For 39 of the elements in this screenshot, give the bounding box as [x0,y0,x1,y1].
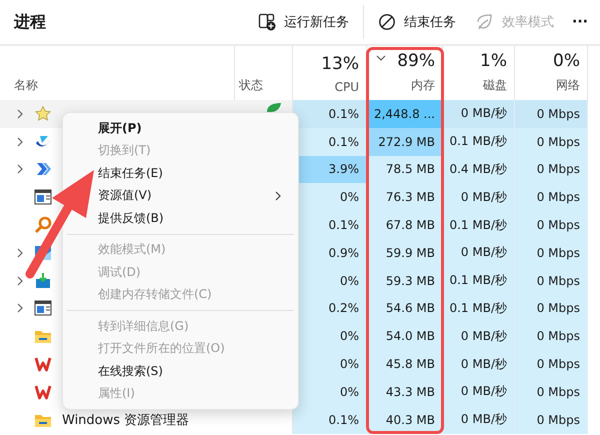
table-cell: 0 Mbps [515,211,588,239]
table-cell: 0 MB/秒 [443,322,515,350]
table-cell: 0 Mbps [515,128,588,156]
table-cell: 0.1 MB/秒 [443,211,515,239]
table-cell: 0 Mbps [515,350,588,378]
table-cell: 0.4 MB/秒 [443,156,515,184]
table-cell: 67.8 MB [367,211,443,239]
table-cell: 0 MB/秒 [443,238,515,267]
table-cell: 272.9 MB [367,128,443,156]
table-cell: 0.1 MB/秒 [443,128,515,156]
table-cell: 76.3 MB [367,183,443,212]
table-cell: 54.0 MB [367,322,443,350]
table-cell: 0 MB/秒 [443,378,515,406]
table-cell: 0 Mbps [515,322,588,350]
table-cell: 0.1% [293,100,367,128]
table-cell: 0 Mbps [515,238,588,267]
table-cell: 0 Mbps [515,266,588,295]
table-cell: 0 Mbps [515,183,588,212]
table-cell: 0.1 MB/秒 [443,266,515,295]
page-title: 进程 [14,12,46,32]
table-cell: 0 MB/秒 [443,100,515,128]
table-cell: 59.3 MB [367,266,443,295]
table-cell: 2,448.8 ... [367,100,443,128]
table-cell: 54.6 MB [367,294,443,322]
table-cell: 78.5 MB [367,156,443,184]
table-cell: 45.8 MB [367,350,443,378]
table-cell: 0 Mbps [515,406,588,434]
process-name: Windows 资源管理器 [62,412,190,429]
table-cell: 43.3 MB [367,378,443,406]
table-cell: 59.9 MB [367,238,443,267]
table-cell: 0 Mbps [515,378,588,406]
table-cell: 0 MB/秒 [443,183,515,212]
table-cell: 0.1% [293,406,367,434]
table-cell: 0 Mbps [515,100,588,128]
table-cell: 0 Mbps [515,294,588,322]
table-cell: 0 Mbps [515,156,588,184]
table-cell: 0 MB/秒 [443,350,515,378]
table-cell: 0.1 MB/秒 [443,294,515,322]
table-cell: 0 MB/秒 [443,406,515,434]
